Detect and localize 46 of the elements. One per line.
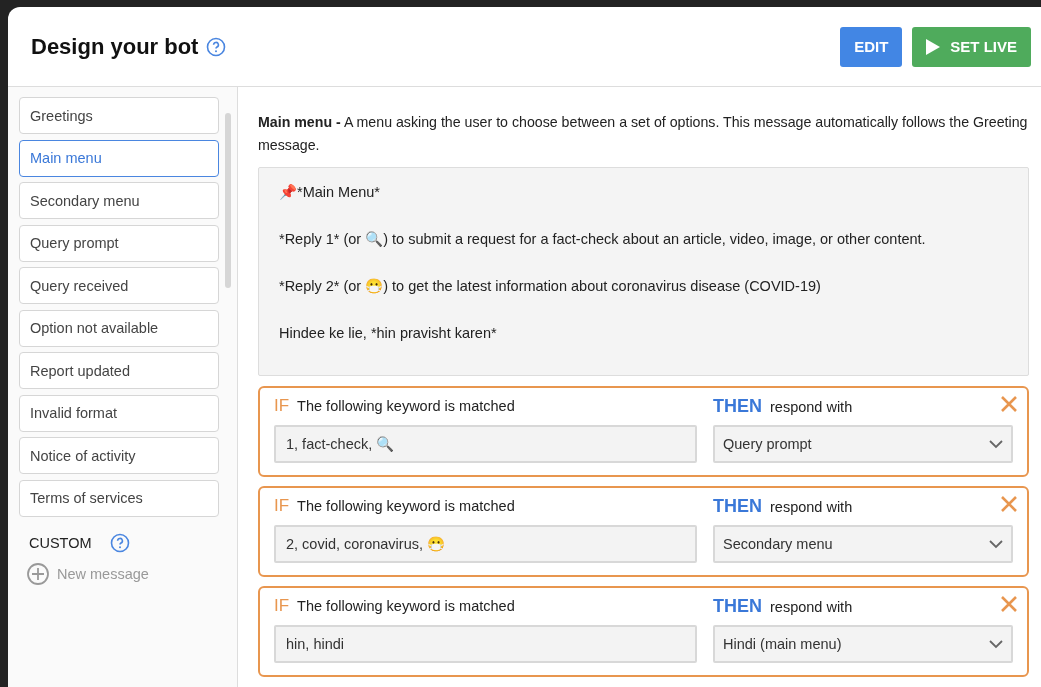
- sidebar-item[interactable]: Greetings: [19, 97, 219, 134]
- chevron-down-icon: [989, 539, 1003, 549]
- then-label: THEN: [713, 496, 762, 517]
- then-label: THEN: [713, 596, 762, 617]
- sidebar-item[interactable]: Option not available: [19, 309, 219, 347]
- sidebar-item[interactable]: Terms of services: [19, 479, 219, 517]
- if-label: IF: [274, 596, 290, 616]
- then-label: THEN: [713, 396, 762, 417]
- sidebar-item[interactable]: Secondary menu: [19, 182, 219, 219]
- help-icon[interactable]: [206, 36, 227, 57]
- chevron-down-icon: [989, 439, 1003, 449]
- scrollbar[interactable]: [225, 113, 231, 288]
- chevron-down-icon: [989, 639, 1003, 649]
- sidebar-item[interactable]: Invalid format: [19, 394, 219, 432]
- keyword-field[interactable]: 2, covid, coronavirus, 😷: [274, 525, 697, 563]
- sidebar-item[interactable]: Query prompt: [19, 224, 219, 262]
- edit-button[interactable]: EDIT: [840, 26, 903, 67]
- response-dropdown[interactable]: Secondary menu: [713, 525, 1013, 563]
- close-icon[interactable]: [1001, 496, 1017, 512]
- help-icon[interactable]: [109, 532, 130, 553]
- play-icon: [926, 38, 941, 55]
- page-title: Design your bot: [31, 33, 199, 60]
- action-label: respond with: [770, 399, 853, 415]
- response-dropdown[interactable]: Hindi (main menu): [713, 625, 1013, 663]
- close-icon[interactable]: [1001, 396, 1017, 412]
- sidebar-item[interactable]: Notice of activity: [19, 437, 219, 474]
- sidebar-item[interactable]: Report updated: [19, 352, 219, 389]
- add-icon[interactable]: [27, 562, 49, 585]
- message-line: 📌*Main Menu*: [279, 183, 381, 202]
- section-heading: CUSTOM: [29, 534, 92, 551]
- sidebar-item[interactable]: Main menu: [19, 139, 219, 177]
- close-icon[interactable]: [1001, 596, 1017, 612]
- message-line: Hindee ke lie, *hin pravisht karen*: [279, 324, 498, 343]
- condition-label: The following keyword is matched: [297, 398, 515, 414]
- keyword-field[interactable]: hin, hindi: [274, 625, 697, 663]
- condition-label: The following keyword is matched: [297, 598, 515, 614]
- description: Main menu - A menu asking the user to choose between a set of options. This message automatically follows the Greeting message.: [258, 113, 1029, 155]
- action-label: respond with: [770, 599, 853, 615]
- message-line: *Reply 2* (or 😷) to get the latest information about coronavirus disease (COVID-19): [279, 277, 822, 296]
- response-dropdown[interactable]: Query prompt: [713, 425, 1013, 463]
- message-line: *Reply 1* (or 🔍) to submit a request for a fact-check about an article, video, image, or other content.: [279, 230, 927, 249]
- sidebar-item[interactable]: Query received: [19, 267, 219, 304]
- if-label: IF: [274, 496, 290, 516]
- condition-label: The following keyword is matched: [297, 498, 515, 514]
- if-label: IF: [274, 396, 290, 416]
- action-label: respond with: [770, 499, 853, 515]
